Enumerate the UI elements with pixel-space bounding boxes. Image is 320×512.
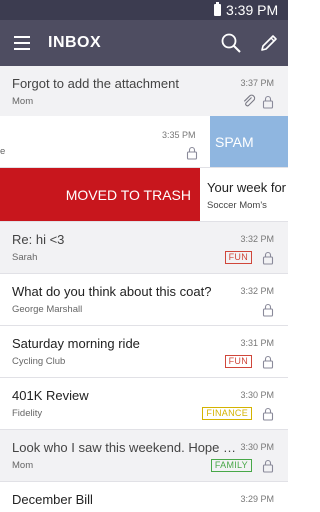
spam-action[interactable]: SPAM — [210, 116, 288, 167]
attachment-icon — [242, 94, 256, 108]
email-sender: Cycling Club — [12, 356, 66, 367]
email-row[interactable]: December Bill 3:29 PM — [0, 482, 288, 512]
tag-badge: FUN — [224, 355, 252, 368]
email-time: 3:37 PM — [240, 78, 274, 88]
email-row[interactable]: 401K Review Fidelity 3:30 PM FINANCE — [0, 378, 288, 430]
email-row-swiped-spam[interactable]: e 3:35 PM SPAM — [0, 116, 288, 168]
email-subject: Look who I saw this weekend. Hope you're — [12, 440, 240, 455]
email-subject: Forgot to add the attachment — [12, 76, 179, 91]
email-time: 3:31 PM — [240, 338, 274, 348]
email-list: Forgot to add the attachment Mom 3:37 PM… — [0, 66, 288, 512]
lock-icon — [262, 459, 274, 473]
page-title: INBOX — [48, 34, 102, 51]
email-row[interactable]: What do you think about this coat? Georg… — [0, 274, 288, 326]
email-time: 3:35 PM — [162, 130, 196, 140]
email-subject: Your week for — [207, 180, 287, 195]
lock-icon — [262, 251, 274, 265]
email-row[interactable]: Forgot to add the attachment Mom 3:37 PM — [0, 66, 288, 118]
lock-icon — [262, 407, 274, 421]
email-sender: Sarah — [12, 252, 38, 263]
menu-icon[interactable] — [14, 36, 30, 50]
email-row[interactable]: Re: hi <3 Sarah 3:32 PM FUN — [0, 222, 288, 274]
email-row[interactable]: Look who I saw this weekend. Hope you're… — [0, 430, 288, 482]
lock-icon — [262, 95, 274, 109]
email-sender: George Marshall — [12, 304, 83, 315]
email-time: 3:32 PM — [240, 234, 274, 244]
app-bar: INBOX — [0, 20, 288, 66]
tag-badge: FUN — [224, 251, 252, 264]
email-sender-fragment: e — [0, 146, 6, 157]
email-row-swiped-trash[interactable]: MOVED TO TRASH Your week for Soccer Mom'… — [0, 168, 288, 222]
trash-label: MOVED TO TRASH — [65, 187, 191, 203]
lock-icon — [186, 146, 198, 160]
lock-icon — [262, 303, 274, 317]
email-time: 3:29 PM — [240, 494, 274, 504]
email-sender: Mom — [12, 96, 34, 107]
spam-label: SPAM — [215, 134, 254, 150]
email-subject: Saturday morning ride — [12, 336, 140, 351]
email-sender: Fidelity — [12, 408, 43, 419]
email-time: 3:30 PM — [240, 390, 274, 400]
email-row[interactable]: Saturday morning ride Cycling Club 3:31 … — [0, 326, 288, 378]
tag-badge: FINANCE — [202, 407, 252, 420]
battery-icon — [214, 2, 221, 16]
email-subject: December Bill — [12, 492, 93, 507]
email-subject: 401K Review — [12, 388, 89, 403]
trash-action[interactable]: MOVED TO TRASH — [0, 168, 200, 221]
tag-badge: FAMILY — [210, 459, 252, 472]
email-subject: Re: hi <3 — [12, 232, 65, 247]
email-sender: Soccer Mom's — [207, 200, 267, 211]
email-sender: Mom — [12, 460, 34, 471]
status-time: 3:39 PM — [226, 2, 279, 18]
search-icon[interactable] — [220, 32, 242, 54]
status-bar: 3:39 PM — [0, 0, 288, 20]
email-peek: Your week for Soccer Mom's — [200, 168, 288, 221]
email-time: 3:30 PM — [240, 442, 274, 452]
email-subject: What do you think about this coat? — [12, 284, 212, 299]
email-time: 3:32 PM — [240, 286, 274, 296]
compose-pencil-icon[interactable] — [258, 32, 280, 54]
lock-icon — [262, 355, 274, 369]
